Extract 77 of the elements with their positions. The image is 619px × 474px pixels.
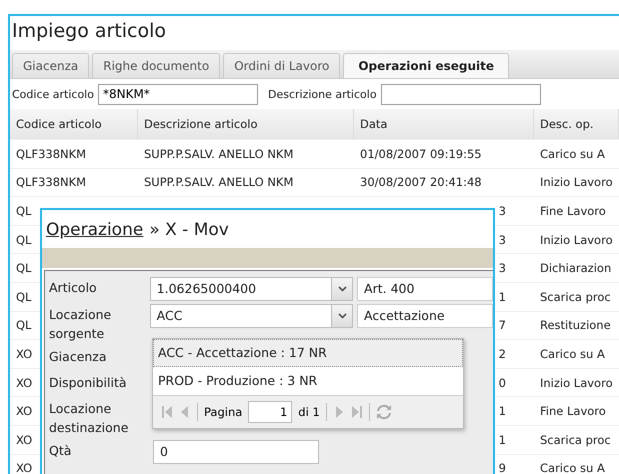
table-cell: 01/08/2007 09:19:55 xyxy=(360,146,482,161)
table-cell: QL xyxy=(16,232,32,247)
table-cell: 3 xyxy=(498,204,506,218)
first-page-icon[interactable] xyxy=(161,405,173,419)
combo-box[interactable]: ACC xyxy=(150,304,354,328)
page-field[interactable]: 1 xyxy=(248,401,292,423)
table-cell: Fine Lavoro xyxy=(540,204,606,218)
dropdown-item[interactable]: PROD - Produzione : 3 NR xyxy=(153,367,463,395)
combo-box[interactable]: 1.06265000400 xyxy=(150,277,354,301)
table-cell: Fine Lavoro xyxy=(540,404,606,418)
table-cell: QL xyxy=(16,204,32,218)
table-cell: QL xyxy=(16,261,32,276)
table-cell: XO xyxy=(16,376,32,390)
last-page-icon[interactable] xyxy=(350,405,363,419)
page-total: di 1 xyxy=(298,405,320,419)
previous-page-icon[interactable] xyxy=(179,405,191,419)
field-label: Qtà xyxy=(49,442,72,460)
field-label: Locazione destinazione xyxy=(49,400,130,437)
table-cell: XO xyxy=(16,404,32,418)
table-cell: 1 xyxy=(498,404,506,418)
description-field[interactable]: Art. 400 xyxy=(357,277,493,301)
table-cell: Dichiarazion xyxy=(540,261,612,276)
table-cell: Carico su A xyxy=(540,146,605,161)
table-cell: 30/08/2007 20:41:48 xyxy=(360,175,482,190)
table-cell: XO xyxy=(16,461,32,474)
table-cell: 3 xyxy=(498,261,506,276)
breadcrumb-link[interactable]: Operazione xyxy=(46,220,144,248)
filter-field[interactable] xyxy=(380,84,541,104)
dropdown-button[interactable] xyxy=(331,278,352,300)
table-cell: Carico su A xyxy=(540,461,605,474)
field-label: Giacenza xyxy=(49,348,108,366)
table-cell: Inizio Lavoro xyxy=(540,175,613,190)
table-cell: Restituzione xyxy=(540,318,611,332)
column-header[interactable]: Data xyxy=(354,109,534,139)
tab[interactable]: Righe documento xyxy=(92,53,220,78)
table-cell: 7 xyxy=(498,318,506,332)
tab[interactable]: Ordini di Lavoro xyxy=(223,53,340,78)
dialog-title: » X - Mov xyxy=(149,220,229,242)
table-cell: Inizio Lavoro xyxy=(540,232,613,247)
table-cell: QL xyxy=(16,290,32,304)
field-label: Articolo xyxy=(49,279,98,297)
table-cell: QLF338NKM xyxy=(16,175,86,190)
table-cell: XO xyxy=(16,432,32,447)
tab[interactable]: Giacenza xyxy=(12,53,90,78)
dropdown-button[interactable] xyxy=(331,305,352,327)
table-cell: Scarica proc xyxy=(540,432,611,447)
table-cell: QLF338NKM xyxy=(16,146,86,161)
filter-field[interactable]: *8NKM* xyxy=(98,84,258,104)
quantity-field[interactable]: 0 xyxy=(153,440,319,464)
table-cell: 3 xyxy=(498,232,506,247)
page-label: Pagina xyxy=(204,405,242,419)
column-header[interactable]: Codice articolo xyxy=(10,109,138,139)
table-cell: 1 xyxy=(498,432,506,447)
table-cell: SUPP.P.SALV. ANELLO NKM xyxy=(144,146,294,161)
table-cell: Inizio Lavoro xyxy=(540,376,613,390)
table-cell: Scarica proc xyxy=(540,290,611,304)
tab[interactable]: Operazioni eseguite xyxy=(343,53,510,78)
filter-label: Descrizione articolo xyxy=(268,88,377,100)
field-label: Locazione sorgente xyxy=(49,306,112,343)
table-cell: XO xyxy=(16,346,32,361)
table-cell: QL xyxy=(16,318,32,332)
caret-icon xyxy=(338,286,347,292)
table-cell: 1 xyxy=(498,290,506,304)
column-header[interactable]: Desc. op. xyxy=(534,109,619,139)
window-title: Impiego articolo xyxy=(11,19,168,44)
table-cell: 9 xyxy=(498,461,506,474)
description-field[interactable]: Accettazione xyxy=(357,304,493,328)
column-header[interactable]: Descrizione articolo xyxy=(138,109,354,139)
table-cell: 2 xyxy=(498,346,506,361)
caret-icon xyxy=(338,313,347,319)
table-cell: 0 xyxy=(498,376,506,390)
filter-label: Codice articolo xyxy=(12,88,94,100)
table-cell: SUPP.P.SALV. ANELLO NKM xyxy=(144,175,294,190)
dropdown-item[interactable]: ACC - Accettazione : 17 NR xyxy=(153,339,463,367)
field-label: Disponibilità xyxy=(49,374,128,392)
table-cell: Carico su A xyxy=(540,346,605,361)
refresh-icon[interactable] xyxy=(376,404,392,420)
